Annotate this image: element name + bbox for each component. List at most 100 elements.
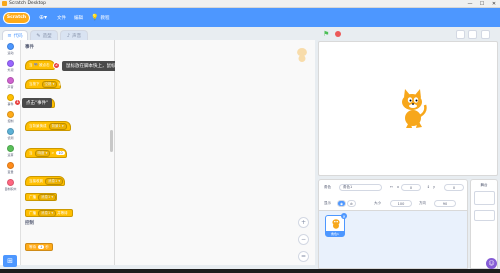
tab-sounds-label: 声音 bbox=[72, 33, 82, 39]
block-text: 当接收到 bbox=[29, 178, 43, 183]
script-area[interactable]: + − = bbox=[115, 40, 315, 265]
category-operators[interactable]: 运算 bbox=[0, 145, 21, 159]
sprite-label: 角色 bbox=[324, 185, 331, 189]
cat-thumbnail-icon bbox=[332, 219, 340, 229]
y-input[interactable]: 0 bbox=[444, 184, 464, 191]
tutorials-menu[interactable]: 💡 教程 bbox=[91, 14, 109, 21]
block-text: 当背景换成 bbox=[29, 123, 47, 128]
block-text: 广播 bbox=[29, 210, 36, 215]
category-variables[interactable]: 变量 bbox=[0, 162, 21, 176]
key-dropdown[interactable]: 空格 ▾ bbox=[41, 80, 58, 88]
message-dropdown[interactable]: 消息1 ▾ bbox=[38, 209, 57, 217]
category-label: 声音 bbox=[7, 85, 14, 89]
tab-sounds[interactable]: ♪ 声音 bbox=[60, 30, 88, 40]
code-icon: ≡ bbox=[7, 32, 12, 39]
zoom-in-button[interactable]: + bbox=[298, 217, 309, 228]
palette-scrollbar[interactable] bbox=[110, 130, 113, 152]
when-backdrop-switches-block[interactable]: 当背景换成 背景1 ▾ bbox=[25, 121, 71, 131]
block-text: 当按下 bbox=[29, 81, 40, 86]
when-receive-block[interactable]: 当接收到 消息1 ▾ bbox=[25, 176, 65, 186]
menu-bar: Scratch ⊕▾ 文件 编辑 💡 教程 bbox=[0, 8, 500, 27]
sprite-thumbnail[interactable]: 角色1 ✕ bbox=[325, 213, 347, 237]
hide-visible-toggle[interactable]: ⊘ bbox=[347, 200, 356, 207]
category-label: 变量 bbox=[7, 170, 14, 174]
zoom-reset-button[interactable]: = bbox=[298, 251, 309, 262]
stage-selector[interactable]: 舞台 bbox=[470, 179, 498, 269]
message-dropdown[interactable]: 消息1 ▾ bbox=[45, 177, 64, 185]
window-title: Scratch Desktop bbox=[9, 1, 47, 6]
show-visible-toggle[interactable]: ◉ bbox=[337, 200, 346, 207]
broadcast-block[interactable]: 广播 消息1 ▾ bbox=[25, 193, 57, 201]
message-dropdown[interactable]: 消息1 ▾ bbox=[38, 193, 57, 201]
category-menu: 运动 外观 声音 事件 控制 侦测 运算 变量 自制积木 bbox=[0, 40, 21, 265]
category-looks[interactable]: 外观 bbox=[0, 60, 21, 74]
category-label: 侦测 bbox=[7, 136, 14, 140]
block-text: > bbox=[51, 151, 55, 155]
step-badge-2: 2 bbox=[53, 62, 60, 69]
window-titlebar: Scratch Desktop — ☐ ✕ bbox=[0, 0, 500, 8]
sound-icon: ♪ bbox=[66, 32, 71, 39]
category-dot bbox=[7, 111, 14, 118]
stage-canvas[interactable] bbox=[318, 41, 498, 176]
brush-icon: ✎ bbox=[36, 32, 41, 39]
backdrop-dropdown[interactable]: 背景1 ▾ bbox=[48, 122, 67, 130]
backdrop-thumbnail[interactable] bbox=[474, 210, 495, 221]
category-dot bbox=[7, 60, 14, 67]
file-menu[interactable]: 文件 bbox=[57, 15, 66, 21]
delete-sprite-icon[interactable]: ✕ bbox=[341, 213, 347, 219]
events-tip-tooltip: 点击"事件" bbox=[22, 98, 53, 108]
os-taskbar bbox=[0, 269, 500, 273]
when-flag-clicked-block[interactable]: 当 🏁 被点击 bbox=[25, 60, 55, 70]
scratch-logo[interactable]: Scratch bbox=[3, 11, 30, 24]
sprite-name-input[interactable]: 角色1 bbox=[339, 184, 382, 191]
category-motion[interactable]: 运动 bbox=[0, 43, 21, 57]
add-sprite-button[interactable]: ☺ bbox=[486, 258, 497, 269]
fullscreen-button[interactable] bbox=[481, 30, 490, 39]
tab-costumes[interactable]: ✎ 造型 bbox=[30, 30, 58, 40]
category-sound[interactable]: 声音 bbox=[0, 77, 21, 91]
globe-icon: ⊕▾ bbox=[39, 14, 48, 21]
tab-code-label: 代码 bbox=[13, 33, 23, 39]
size-input[interactable]: 100 bbox=[390, 200, 412, 207]
broadcast-and-wait-block[interactable]: 广播 消息1 ▾ 并等待 bbox=[25, 209, 73, 217]
minimize-button[interactable]: — bbox=[464, 0, 476, 8]
y-arrows-icon: ↕ bbox=[427, 185, 430, 189]
size-label: 大小 bbox=[374, 201, 381, 205]
add-extension-button[interactable]: ⊞ bbox=[3, 255, 17, 267]
threshold-input[interactable]: 10 bbox=[56, 151, 65, 155]
tab-code[interactable]: ≡ 代码 bbox=[2, 30, 28, 40]
tab-costumes-label: 造型 bbox=[42, 33, 52, 39]
stop-icon[interactable] bbox=[335, 31, 341, 37]
language-menu[interactable]: ⊕▾ bbox=[39, 14, 49, 21]
when-greater-than-block[interactable]: 当 响度 ▾ > 10 bbox=[25, 148, 67, 158]
category-my-blocks[interactable]: 自制积木 bbox=[0, 179, 21, 193]
sprite-thumbnail-label: 角色1 bbox=[326, 231, 344, 236]
normal-stage-button[interactable] bbox=[468, 30, 477, 39]
when-key-pressed-block[interactable]: 当按下 空格 ▾ 键 bbox=[25, 79, 62, 89]
wait-seconds-block[interactable]: 等待 1 秒 bbox=[25, 243, 53, 251]
stage-toolbar: ⚑ bbox=[315, 27, 500, 40]
category-control[interactable]: 控制 bbox=[0, 111, 21, 125]
close-button[interactable]: ✕ bbox=[488, 0, 500, 8]
block-text: 秒 bbox=[45, 244, 49, 249]
direction-input[interactable]: 90 bbox=[434, 200, 456, 207]
edit-menu-label: 编辑 bbox=[74, 15, 84, 21]
zoom-out-button[interactable]: − bbox=[298, 234, 309, 245]
category-sensing[interactable]: 侦测 bbox=[0, 128, 21, 142]
seconds-input[interactable]: 1 bbox=[38, 245, 45, 249]
green-flag-icon[interactable]: ⚑ bbox=[323, 31, 330, 38]
block-text: 等待 bbox=[29, 244, 36, 249]
direction-label: 方向 bbox=[419, 201, 426, 205]
block-text: 并等待 bbox=[57, 210, 68, 215]
category-dot bbox=[7, 179, 14, 186]
cat-sprite-icon[interactable] bbox=[398, 88, 428, 130]
category-dot bbox=[7, 162, 14, 169]
stage-thumbnail[interactable] bbox=[474, 191, 495, 205]
maximize-button[interactable]: ☐ bbox=[476, 0, 488, 8]
x-input[interactable]: 0 bbox=[401, 184, 421, 191]
edit-menu[interactable]: 编辑 bbox=[74, 15, 83, 21]
loudness-dropdown[interactable]: 响度 ▾ bbox=[34, 149, 51, 157]
category-label: 控制 bbox=[7, 119, 14, 123]
editor-tabs: ≡ 代码 ✎ 造型 ♪ 声音 bbox=[0, 27, 315, 40]
small-stage-button[interactable] bbox=[456, 30, 465, 39]
